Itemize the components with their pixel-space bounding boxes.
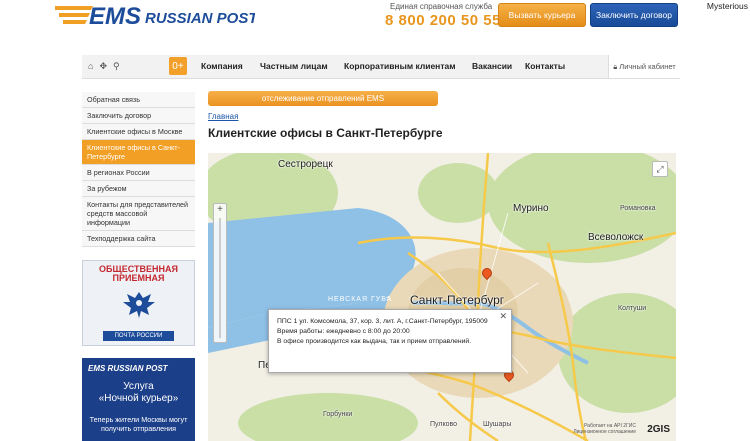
sidebar-item-feedback[interactable]: Обратная связь [82,92,195,108]
map-credit[interactable]: Работает на API 2ГИС Лицензионное соглаш… [573,423,636,435]
public-reception-banner[interactable]: ОБЩЕСТВЕННАЯ ПРИЕМНАЯ ПОЧТА РОССИИ [82,260,195,346]
sidebar-item-media-contacts[interactable]: Контакты для представителей средств масс… [82,197,195,231]
nav-item-private[interactable]: Частным лицам [260,61,328,71]
search-icon[interactable]: ⚲ [113,61,120,72]
lock-icon: 🔒︎ [613,61,618,71]
reception-title-line2: ПРИЕМНАЯ [112,273,165,284]
map-label-romanovka: Романовка [620,205,656,212]
sidebar-item-support[interactable]: Техподдержка сайта [82,231,195,247]
sidebar-item-abroad[interactable]: За рубежом [82,181,195,197]
main-nav: ⌂ ✥ ⚲ 0+ Компания Частным лицам Корпорат… [82,55,680,79]
credit-line2: Лицензионное соглашение [573,429,636,435]
map-label-pulkovo: Пулково [430,421,458,428]
2gis-logo[interactable]: 2GIS [647,424,670,435]
popup-services: В офисе производится как выдача, так и п… [277,337,472,345]
nav-item-vacancies[interactable]: Вакансии [472,61,512,71]
zoom-control[interactable]: + [213,203,227,343]
ems-small-logo: EMS RUSSIAN POST [88,364,168,373]
call-courier-button[interactable]: Вызвать курьера [498,3,586,27]
page: EMS RUSSIAN POST Единая справочная служб… [0,0,750,441]
reception-banner-title: ОБЩЕСТВЕННАЯ ПРИЕМНАЯ [83,264,194,284]
map-label-shushary: Шушары [483,421,512,428]
personal-cabinet-link[interactable]: 🔒︎ Личный кабинет [608,55,680,78]
page-title: Клиентские офисы в Санкт-Петербурге [208,126,443,140]
svg-text:EMS: EMS [89,3,141,30]
sidebar-item-contract[interactable]: Заключить договор [82,108,195,124]
nav-icons: ⌂ ✥ ⚲ [88,61,120,72]
fullscreen-icon[interactable]: ⤢ [652,161,668,177]
night-courier-title: Услуга «Ночной курьер» [82,381,195,405]
night-courier-line1: Услуга [123,381,154,392]
helpline-number: 8 800 200 50 55 [385,12,501,29]
office-map[interactable]: Сестрорецк Мурино Романовка Всеволожск Н… [208,153,676,441]
close-icon[interactable]: ✕ [499,311,507,322]
night-courier-banner[interactable]: EMS RUSSIAN POST Услуга «Ночной курьер» … [82,358,195,441]
user-name: Mysterious [706,1,748,11]
sidebar-item-moscow-offices[interactable]: Клиентские офисы в Москве [82,124,195,140]
promo-line2: получить отправления [100,423,177,433]
russian-post-eagle-icon [123,292,155,318]
popup-hours: Время работы: ежедневно с 8:00 до 20:00 [277,327,410,335]
night-courier-line2: «Ночной курьер» [98,393,179,404]
sidebar-menu: Обратная связь Заключить договор Клиентс… [82,92,195,247]
map-label-spb: Санкт-Петербург [410,293,505,307]
zoom-slider[interactable] [219,218,221,338]
home-icon[interactable]: ⌂ [88,61,93,72]
map-label-murino: Мурино [513,203,549,214]
age-rating-badge: 0+ [169,57,187,75]
office-popup: ✕ ППС 1 ул. Комсомола, 37, кор. 3, лит. … [268,309,512,373]
personal-cabinet-label: Личный кабинет [619,62,676,71]
nav-item-corporate[interactable]: Корпоративным клиентам [344,61,456,71]
nav-item-contacts[interactable]: Контакты [525,61,565,71]
svg-text:RUSSIAN POST: RUSSIAN POST [145,10,255,27]
sign-contract-button[interactable]: Заключить договор [590,3,678,27]
map-label-koltushi: Колтуши [618,305,647,312]
helpline-caption: Единая справочная служба [390,2,493,11]
popup-address: ППС 1 ул. Комсомола, 37, кор. 3, лит. А,… [277,318,488,325]
nav-item-company[interactable]: Компания [201,61,243,71]
map-label-sestroretsk: Сестрорецк [278,159,333,170]
zoom-in-icon[interactable]: + [214,204,226,216]
breadcrumb-home[interactable]: Главная [208,112,238,121]
tracking-button[interactable]: отслеживание отправлений EMS [208,91,438,106]
map-label-neva-bay: НЕВСКАЯ ГУБА [328,296,393,303]
reception-banner-footer: ПОЧТА РОССИИ [103,331,174,341]
map-label-gorbunki: Горбунки [323,411,353,418]
ems-logo[interactable]: EMS RUSSIAN POST [55,2,255,30]
sidebar-item-regions[interactable]: В регионах России [82,165,195,181]
sidebar-item-spb-offices[interactable]: Клиентские офисы в Санкт-Петербурге [82,140,195,165]
night-courier-promo: Теперь жители Москвы могут получить отпр… [82,415,195,433]
sitemap-icon[interactable]: ✥ [99,61,107,72]
map-label-vsevolozhsk: Всеволожск [588,232,644,243]
